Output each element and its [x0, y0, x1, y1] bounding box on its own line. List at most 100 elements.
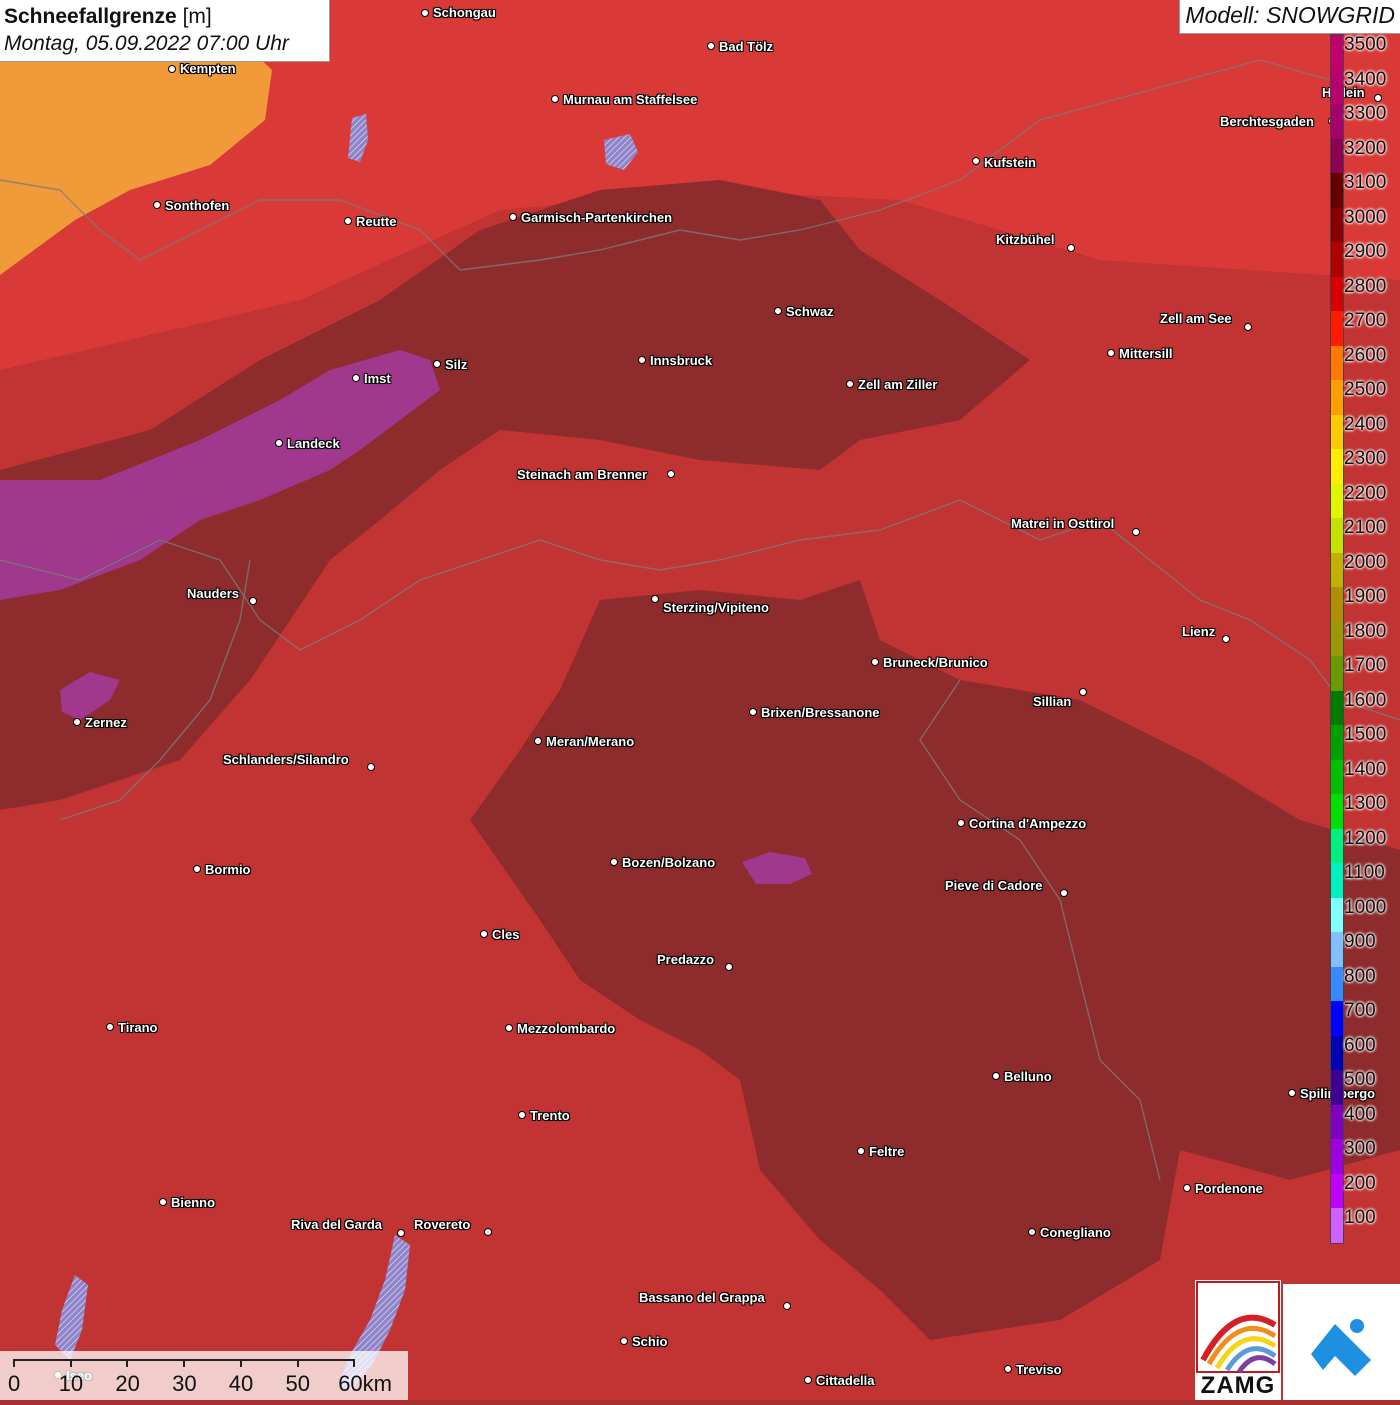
- city-marker-nauders[interactable]: [249, 597, 257, 605]
- legend-label: 200: [1344, 1172, 1376, 1194]
- city-marker-tirano[interactable]: [106, 1023, 114, 1031]
- legend-label: 1900: [1344, 586, 1387, 607]
- city-marker-kufstein[interactable]: [972, 157, 980, 165]
- city-label-cortina-d-ampezzo: Cortina d'Ampezzo: [969, 816, 1087, 831]
- city-label-bormio: Bormio: [205, 862, 251, 877]
- city-marker-sterzing-vipiteno[interactable]: [651, 595, 659, 603]
- city-marker-pordenone[interactable]: [1183, 1184, 1191, 1192]
- city-label-treviso: Treviso: [1016, 1362, 1062, 1377]
- legend-label: 900: [1344, 931, 1376, 952]
- legend-swatch: [1331, 1208, 1343, 1243]
- city-label-conegliano: Conegliano: [1040, 1225, 1111, 1240]
- legend-label: 3100: [1344, 172, 1387, 193]
- legend-swatch: [1331, 483, 1343, 518]
- legend-swatch: [1331, 380, 1343, 415]
- city-label-berchtesgaden: Berchtesgaden: [1220, 114, 1314, 129]
- city-marker-sonthofen[interactable]: [153, 201, 161, 209]
- city-marker-mittersill[interactable]: [1107, 349, 1115, 357]
- city-marker-rovereto[interactable]: [484, 1228, 492, 1236]
- city-label-feltre: Feltre: [869, 1144, 905, 1159]
- legend-label: 3000: [1344, 206, 1387, 228]
- scale-label: 0: [8, 1371, 21, 1396]
- city-label-pordenone: Pordenone: [1195, 1181, 1263, 1196]
- title-text: Schneefallgrenze: [4, 5, 177, 28]
- city-marker-bruneck-brunico[interactable]: [871, 658, 879, 666]
- city-marker-brixen-bressanone[interactable]: [749, 708, 757, 716]
- legend-swatch: [1331, 863, 1343, 898]
- city-marker-landeck[interactable]: [275, 439, 283, 447]
- zamg-logo[interactable]: ZAMG: [1195, 1280, 1281, 1400]
- city-marker-kitzbuhel[interactable]: [1067, 244, 1075, 252]
- city-marker-cittadella[interactable]: [804, 1376, 812, 1384]
- city-marker-mezzolombardo[interactable]: [505, 1024, 513, 1032]
- city-marker-meran-merano[interactable]: [534, 737, 542, 745]
- city-marker-schio[interactable]: [620, 1337, 628, 1345]
- scale-tick: [126, 1359, 129, 1367]
- legend-label: 1700: [1344, 655, 1387, 676]
- city-marker-murnau-am-staffelsee[interactable]: [551, 95, 559, 103]
- city-marker-belluno[interactable]: [992, 1072, 1000, 1080]
- legend-swatch: [1331, 173, 1343, 208]
- city-label-brixen-bressanone: Brixen/Bressanone: [761, 705, 880, 720]
- city-marker-bormio[interactable]: [193, 865, 201, 873]
- legend-label: 1200: [1344, 827, 1387, 849]
- city-marker-garmisch-partenkirchen[interactable]: [509, 213, 517, 221]
- city-marker-predazzo[interactable]: [725, 963, 733, 971]
- legend-swatch: [1331, 794, 1343, 829]
- city-marker-imst[interactable]: [352, 374, 360, 382]
- city-marker-schwaz[interactable]: [774, 307, 782, 315]
- legend-label: 3500: [1344, 34, 1387, 55]
- city-marker-pieve-di-cadore[interactable]: [1060, 889, 1068, 897]
- city-marker-schongau[interactable]: [421, 9, 429, 17]
- city-marker-trento[interactable]: [518, 1111, 526, 1119]
- legend-label: 1100: [1344, 862, 1385, 883]
- legend-label: 300: [1344, 1138, 1376, 1159]
- legend-swatch: [1331, 1001, 1343, 1036]
- city-marker-silz[interactable]: [433, 360, 441, 368]
- forecast-datetime: Montag, 05.09.2022 07:00 Uhr: [4, 32, 289, 55]
- city-label-reutte: Reutte: [356, 214, 397, 229]
- city-marker-lienz[interactable]: [1222, 635, 1230, 643]
- city-marker-matrei-in-osttirol[interactable]: [1132, 528, 1140, 536]
- scale-label: 10: [58, 1371, 84, 1396]
- legend-swatch: [1331, 552, 1343, 587]
- snowgrid-logo[interactable]: [1283, 1284, 1400, 1400]
- city-marker-cles[interactable]: [480, 930, 488, 938]
- legend-label: 2300: [1344, 448, 1387, 469]
- legend-label: 500: [1344, 1069, 1376, 1090]
- legend-swatch: [1331, 1104, 1343, 1139]
- city-label-bienno: Bienno: [171, 1195, 216, 1210]
- city-marker-steinach-am-brenner[interactable]: [667, 470, 675, 478]
- city-label-bassano-del-grappa: Bassano del Grappa: [639, 1290, 765, 1305]
- city-marker-bad-tolz[interactable]: [707, 42, 715, 50]
- city-marker-riva-del-garda[interactable]: [397, 1229, 405, 1237]
- legend-label: 1300: [1344, 793, 1387, 814]
- city-marker-bienno[interactable]: [159, 1198, 167, 1206]
- city-marker-kempten[interactable]: [168, 65, 176, 73]
- city-marker-zernez[interactable]: [73, 718, 81, 726]
- city-marker-bozen-bolzano[interactable]: [610, 858, 618, 866]
- city-label-mezzolombardo: Mezzolombardo: [517, 1021, 616, 1036]
- city-marker-reutte[interactable]: [344, 217, 352, 225]
- legend-swatch: [1331, 449, 1343, 484]
- city-marker-conegliano[interactable]: [1028, 1228, 1036, 1236]
- city-marker-feltre[interactable]: [857, 1147, 865, 1155]
- scale-label: 40: [228, 1371, 254, 1396]
- city-marker-cortina-d-ampezzo[interactable]: [957, 819, 965, 827]
- city-marker-bassano-del-grappa[interactable]: [783, 1302, 791, 1310]
- model-label: Modell: SNOWGRID: [1179, 0, 1400, 34]
- scale-label: 20: [115, 1371, 140, 1396]
- title-unit: [m]: [182, 5, 212, 28]
- city-marker-innsbruck[interactable]: [638, 356, 646, 364]
- city-marker-spilimbergo[interactable]: [1288, 1089, 1296, 1097]
- city-label-predazzo: Predazzo: [657, 952, 715, 967]
- scale-label: 30: [172, 1371, 197, 1396]
- city-label-zell-am-see: Zell am See: [1160, 311, 1232, 326]
- legend-label: 400: [1344, 1103, 1376, 1125]
- city-marker-schlanders-silandro[interactable]: [367, 763, 375, 771]
- city-marker-sillian[interactable]: [1079, 688, 1087, 696]
- city-marker-treviso[interactable]: [1004, 1365, 1012, 1373]
- city-marker-zell-am-see[interactable]: [1244, 323, 1252, 331]
- city-label-nauders: Nauders: [187, 586, 240, 601]
- city-marker-zell-am-ziller[interactable]: [846, 380, 854, 388]
